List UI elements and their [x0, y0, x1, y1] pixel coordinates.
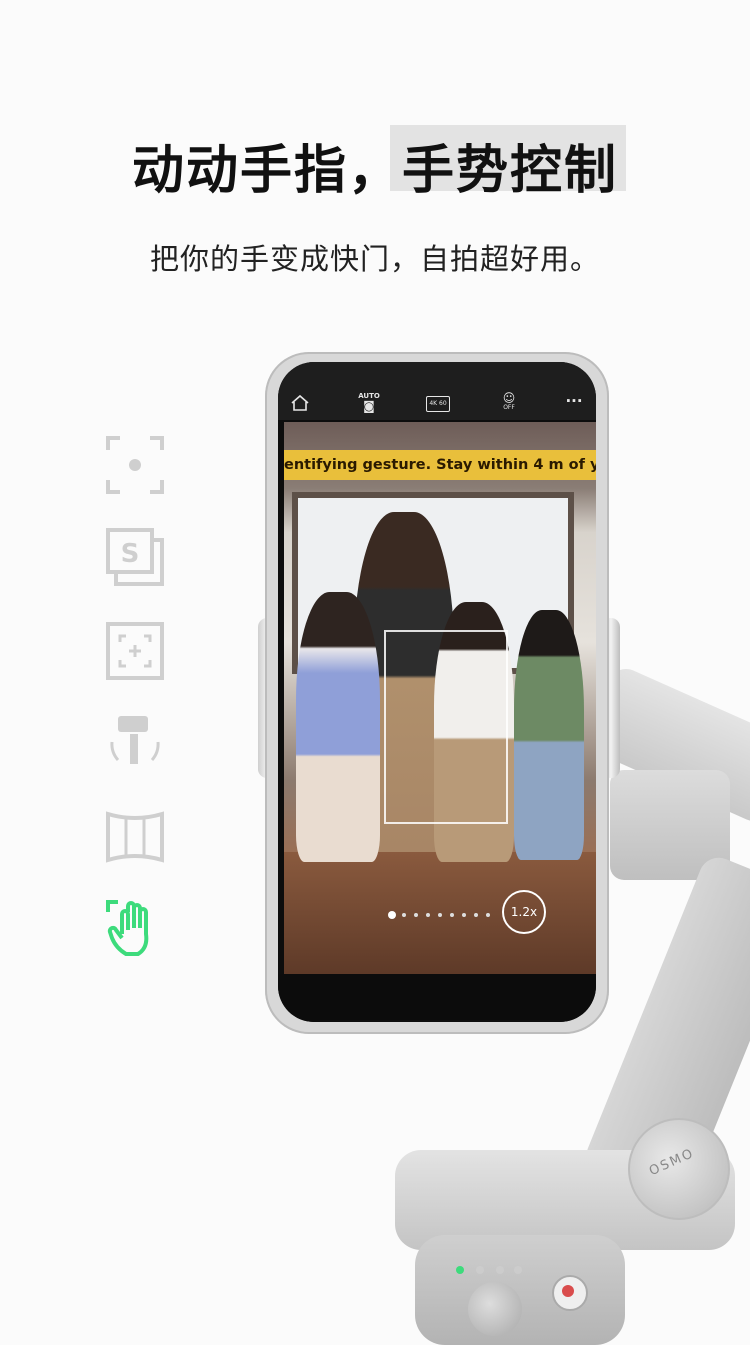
camera-topbar: AUTO ◙ 4K 60 ☺ OFF ··· — [278, 362, 596, 420]
headline: 动动手指， 手势控制 — [0, 122, 750, 201]
record-icon — [562, 1285, 574, 1297]
status-led — [514, 1266, 522, 1274]
headline-left: 动动手指， — [132, 141, 403, 201]
story-mode-icon[interactable]: S — [104, 526, 166, 588]
gimbal-handle — [415, 1235, 625, 1345]
gimbal-rotate-icon[interactable] — [104, 712, 166, 774]
auto-mode-button[interactable]: AUTO ◙ — [358, 392, 380, 412]
timer-icon: ☺ — [502, 391, 516, 405]
camera-bottombar — [278, 974, 596, 1022]
more-button[interactable]: ··· — [564, 392, 584, 410]
home-icon[interactable] — [290, 394, 310, 412]
status-led — [476, 1266, 484, 1274]
face-track-icon[interactable] — [104, 434, 166, 496]
panorama-icon[interactable] — [104, 806, 166, 868]
timer-label: OFF — [503, 404, 515, 411]
timer-button[interactable]: ☺ OFF — [498, 392, 520, 411]
gesture-control-icon[interactable] — [104, 898, 166, 960]
svg-text:S: S — [121, 539, 140, 569]
mode-page-indicator — [388, 910, 508, 920]
resolution-button[interactable]: 4K 60 — [426, 396, 450, 412]
camera-icon: ◙ — [363, 399, 375, 413]
zoom-button[interactable]: 1.2x — [502, 890, 546, 934]
headline-right: 手势控制 — [402, 141, 619, 201]
camera-viewfinder: entifying gesture. Stay within 4 m of yo… — [284, 422, 596, 974]
subtitle: 把你的手变成快门，自拍超好用。 — [149, 242, 600, 276]
gesture-banner: entifying gesture. Stay within 4 m of yo… — [284, 450, 596, 480]
phone-screen: AUTO ◙ 4K 60 ☺ OFF ··· entifying gesture… — [278, 362, 596, 1022]
gimbal-knob — [628, 1118, 730, 1220]
tracking-frame — [384, 630, 508, 824]
person — [296, 592, 380, 862]
status-led — [496, 1266, 504, 1274]
active-track-icon[interactable] — [104, 620, 166, 682]
status-led — [456, 1266, 464, 1274]
person — [514, 610, 584, 860]
joystick[interactable] — [468, 1282, 522, 1336]
